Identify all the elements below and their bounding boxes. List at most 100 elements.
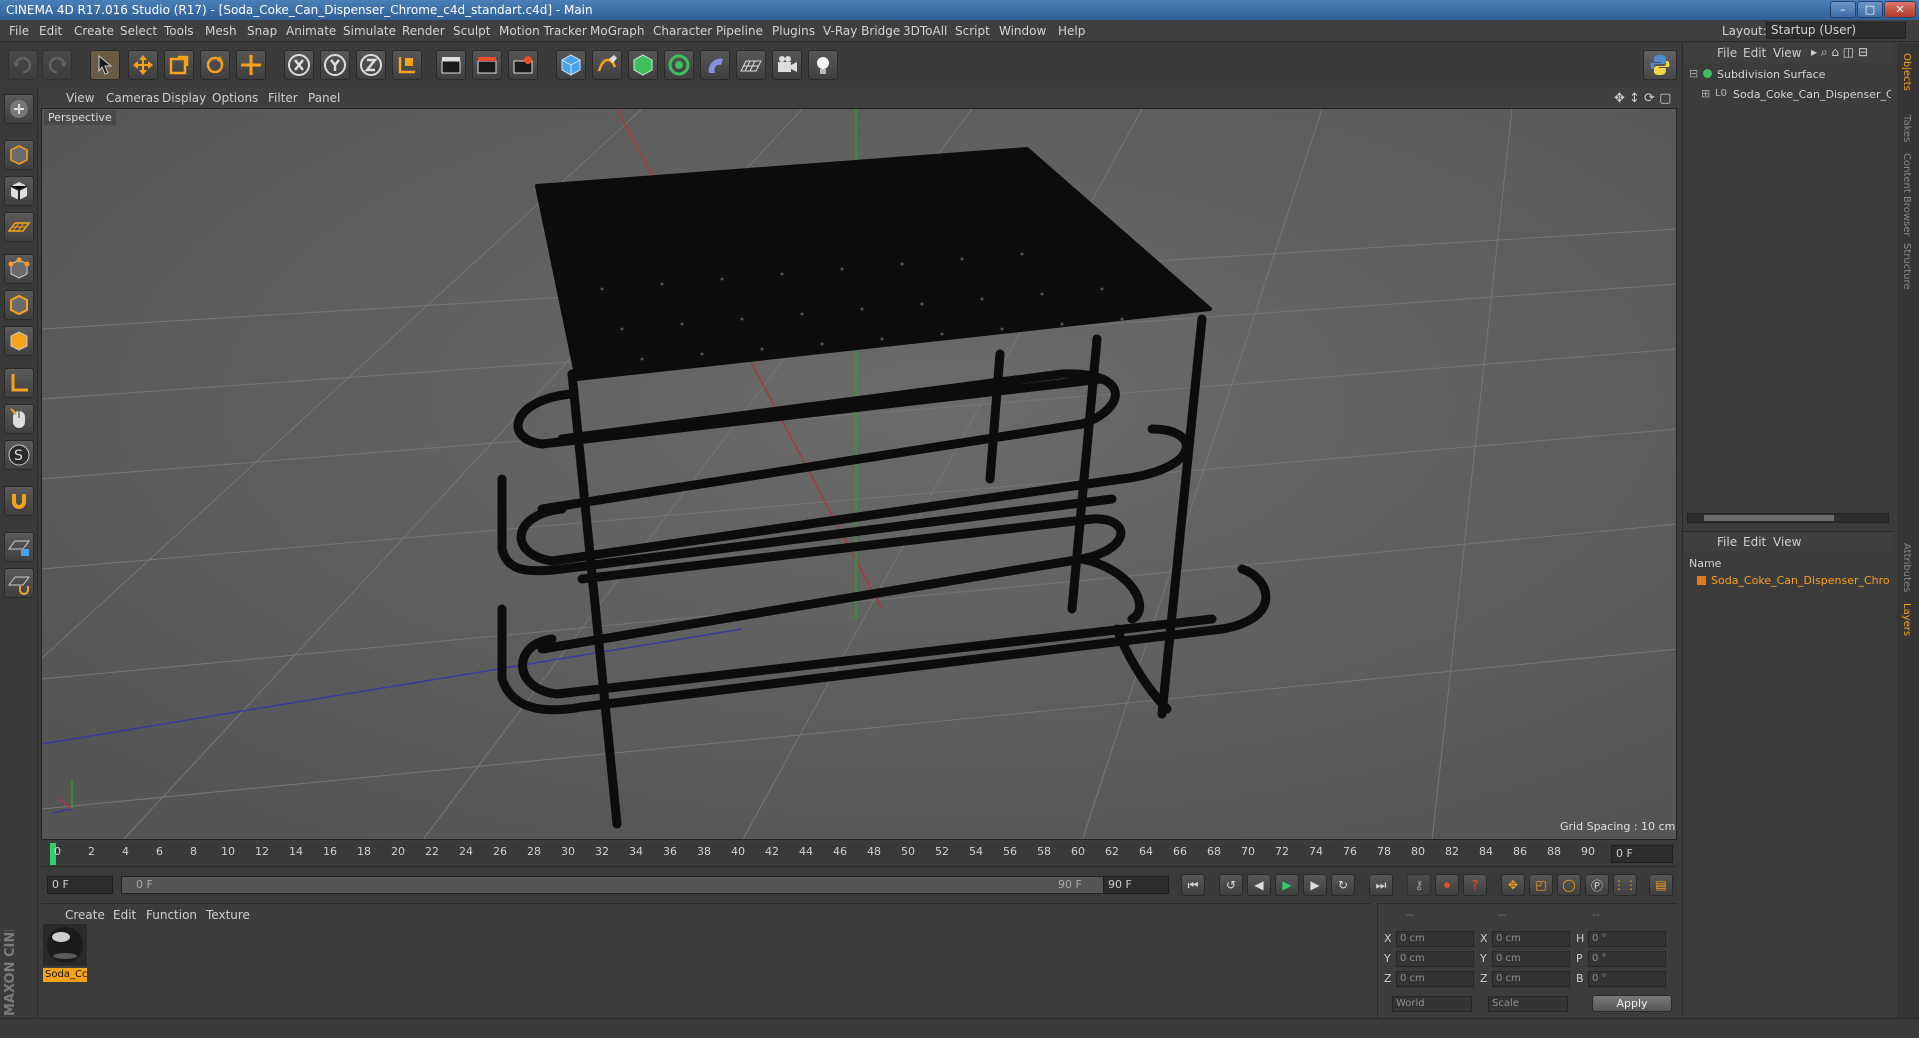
x-axis-button[interactable] xyxy=(284,50,314,80)
close-button[interactable]: ✕ xyxy=(1884,1,1916,18)
position-y-field[interactable]: 0 cm xyxy=(1396,951,1474,967)
magnet-button[interactable] xyxy=(4,486,34,516)
size-y-field[interactable]: 0 cm xyxy=(1492,951,1570,967)
apply-button[interactable]: Apply xyxy=(1592,995,1672,1012)
rotation-b-field[interactable]: 0 ° xyxy=(1588,971,1666,987)
viewport-menu-view[interactable]: View xyxy=(66,91,94,105)
mograph-cloner-button[interactable] xyxy=(664,50,694,80)
menu-motion-tracker[interactable]: Motion Tracker xyxy=(499,24,587,38)
layer-item[interactable]: Soda_Coke_Can_Dispenser_Chron xyxy=(1697,573,1889,589)
y-axis-button[interactable] xyxy=(320,50,350,80)
previous-key-button[interactable]: ↺ xyxy=(1219,874,1243,896)
autokey-button[interactable]: ? xyxy=(1463,874,1487,896)
planar-workplane-button[interactable] xyxy=(4,568,34,598)
side-tab-layers[interactable]: Layers xyxy=(1901,603,1912,636)
menu-snap[interactable]: Snap xyxy=(247,24,277,38)
menu-help[interactable]: Help xyxy=(1058,24,1085,38)
undo-button[interactable] xyxy=(8,50,38,80)
size-x-field[interactable]: 0 cm xyxy=(1492,931,1570,947)
material-menu-function[interactable]: Function xyxy=(146,908,197,922)
menu-mesh[interactable]: Mesh xyxy=(205,24,237,38)
light-button[interactable] xyxy=(808,50,838,80)
position-x-field[interactable]: 0 cm xyxy=(1396,931,1474,947)
menu-3dtoall[interactable]: 3DToAll xyxy=(903,24,947,38)
viewport-menu-cameras[interactable]: Cameras xyxy=(106,91,159,105)
key-position-button[interactable]: ✥ xyxy=(1501,874,1525,896)
coord-mode-dropdown[interactable]: Scale xyxy=(1488,996,1568,1012)
coord-system-dropdown[interactable]: World xyxy=(1392,996,1472,1012)
tweak-mode-button[interactable] xyxy=(4,404,34,434)
key-pla-button[interactable]: ⋮⋮ xyxy=(1613,874,1637,896)
key-parameter-button[interactable]: Ⓟ xyxy=(1585,874,1609,896)
points-mode-button[interactable] xyxy=(4,254,34,284)
side-tab-takes[interactable]: Takes xyxy=(1901,115,1912,142)
play-button[interactable]: ▶ xyxy=(1275,874,1299,896)
position-z-field[interactable]: 0 cm xyxy=(1396,971,1474,987)
layers-menu-file[interactable]: File xyxy=(1717,535,1737,549)
timeline-ruler[interactable]: 0 2 4 6 8 10 12 14 16 18 20 22 24 26 28 … xyxy=(41,843,1677,865)
side-tab-content-browser[interactable]: Content Browser xyxy=(1901,153,1912,236)
axis-mode-button[interactable] xyxy=(4,368,34,398)
record-keys-disabled-button[interactable]: ⚷ xyxy=(1407,874,1431,896)
material-item[interactable]: Soda_Cc xyxy=(43,924,87,984)
rotate-button[interactable] xyxy=(200,50,230,80)
next-frame-button[interactable]: ▶ xyxy=(1303,874,1327,896)
edges-mode-button[interactable] xyxy=(4,290,34,320)
viewport-menu-options[interactable]: Options xyxy=(212,91,258,105)
end-frame-field[interactable]: 90 F xyxy=(1103,876,1169,894)
layers-menu-view[interactable]: View xyxy=(1773,535,1801,549)
previous-frame-button[interactable]: ◀ xyxy=(1247,874,1271,896)
menu-vray-bridge[interactable]: V-Ray Bridge xyxy=(823,24,900,38)
go-to-start-button[interactable]: ⏮ xyxy=(1181,874,1205,896)
live-select-button[interactable] xyxy=(90,50,120,80)
rotation-p-field[interactable]: 0 ° xyxy=(1588,951,1666,967)
render-settings-button[interactable] xyxy=(508,50,538,80)
next-key-button[interactable]: ↻ xyxy=(1331,874,1355,896)
menu-file[interactable]: File xyxy=(9,24,29,38)
texture-mode-button[interactable] xyxy=(4,176,34,206)
coordinate-system-button[interactable] xyxy=(392,50,422,80)
viewport-menu-display[interactable]: Display xyxy=(162,91,206,105)
redo-button[interactable] xyxy=(42,50,72,80)
frame-range-slider[interactable]: 0 F 90 F xyxy=(121,876,1121,894)
transform-button[interactable] xyxy=(236,50,266,80)
snap-button[interactable]: S xyxy=(4,440,34,470)
subdivision-generator-button[interactable] xyxy=(628,50,658,80)
record-active-button[interactable]: ⏺ xyxy=(1435,874,1459,896)
rotation-h-field[interactable]: 0 ° xyxy=(1588,931,1666,947)
viewport-nav-icons[interactable]: ✥ ↕ ⟳ ▢ xyxy=(1614,91,1671,106)
side-tab-attributes[interactable]: Attributes xyxy=(1901,543,1912,592)
viewport-menu-panel[interactable]: Panel xyxy=(308,91,340,105)
scrollbar-thumb[interactable] xyxy=(1704,515,1834,521)
go-to-end-button[interactable]: ⏭ xyxy=(1369,874,1393,896)
objects-menu-view[interactable]: View xyxy=(1773,46,1801,60)
objects-menu-file[interactable]: File xyxy=(1717,46,1737,60)
menu-pipeline[interactable]: Pipeline xyxy=(716,24,763,38)
cube-primitive-button[interactable] xyxy=(556,50,586,80)
z-axis-button[interactable] xyxy=(356,50,386,80)
menu-script[interactable]: Script xyxy=(955,24,990,38)
current-frame-field[interactable]: 0 F xyxy=(1611,845,1673,863)
object-dispenser-mesh[interactable]: ⊞ L0 Soda_Coke_Can_Dispenser_Chro xyxy=(1701,87,1891,103)
objects-search-icons[interactable]: ▸ ⌕ ⌂ ◫ ⊟ xyxy=(1811,45,1868,60)
render-picture-viewer-button[interactable] xyxy=(472,50,502,80)
objects-horizontal-scrollbar[interactable] xyxy=(1687,513,1889,523)
collapse-toggle-icon[interactable]: ⊟ xyxy=(1689,67,1698,80)
scale-button[interactable] xyxy=(164,50,194,80)
expand-toggle-icon[interactable]: ⊞ xyxy=(1701,87,1710,100)
minimize-button[interactable]: – xyxy=(1830,1,1856,18)
menu-tools[interactable]: Tools xyxy=(164,24,194,38)
python-button[interactable] xyxy=(1643,50,1677,80)
deformer-button[interactable] xyxy=(700,50,730,80)
model-mode-button[interactable] xyxy=(4,140,34,170)
menu-edit[interactable]: Edit xyxy=(39,24,62,38)
menu-character[interactable]: Character xyxy=(653,24,712,38)
object-subdivision-surface[interactable]: ⊟ Subdivision Surface xyxy=(1689,67,1889,83)
viewport-menu-filter[interactable]: Filter xyxy=(268,91,298,105)
maximize-button[interactable]: □ xyxy=(1857,1,1883,18)
menu-render[interactable]: Render xyxy=(402,24,445,38)
menu-plugins[interactable]: Plugins xyxy=(772,24,815,38)
menu-create[interactable]: Create xyxy=(74,24,114,38)
menu-sculpt[interactable]: Sculpt xyxy=(453,24,490,38)
floor-button[interactable] xyxy=(736,50,766,80)
